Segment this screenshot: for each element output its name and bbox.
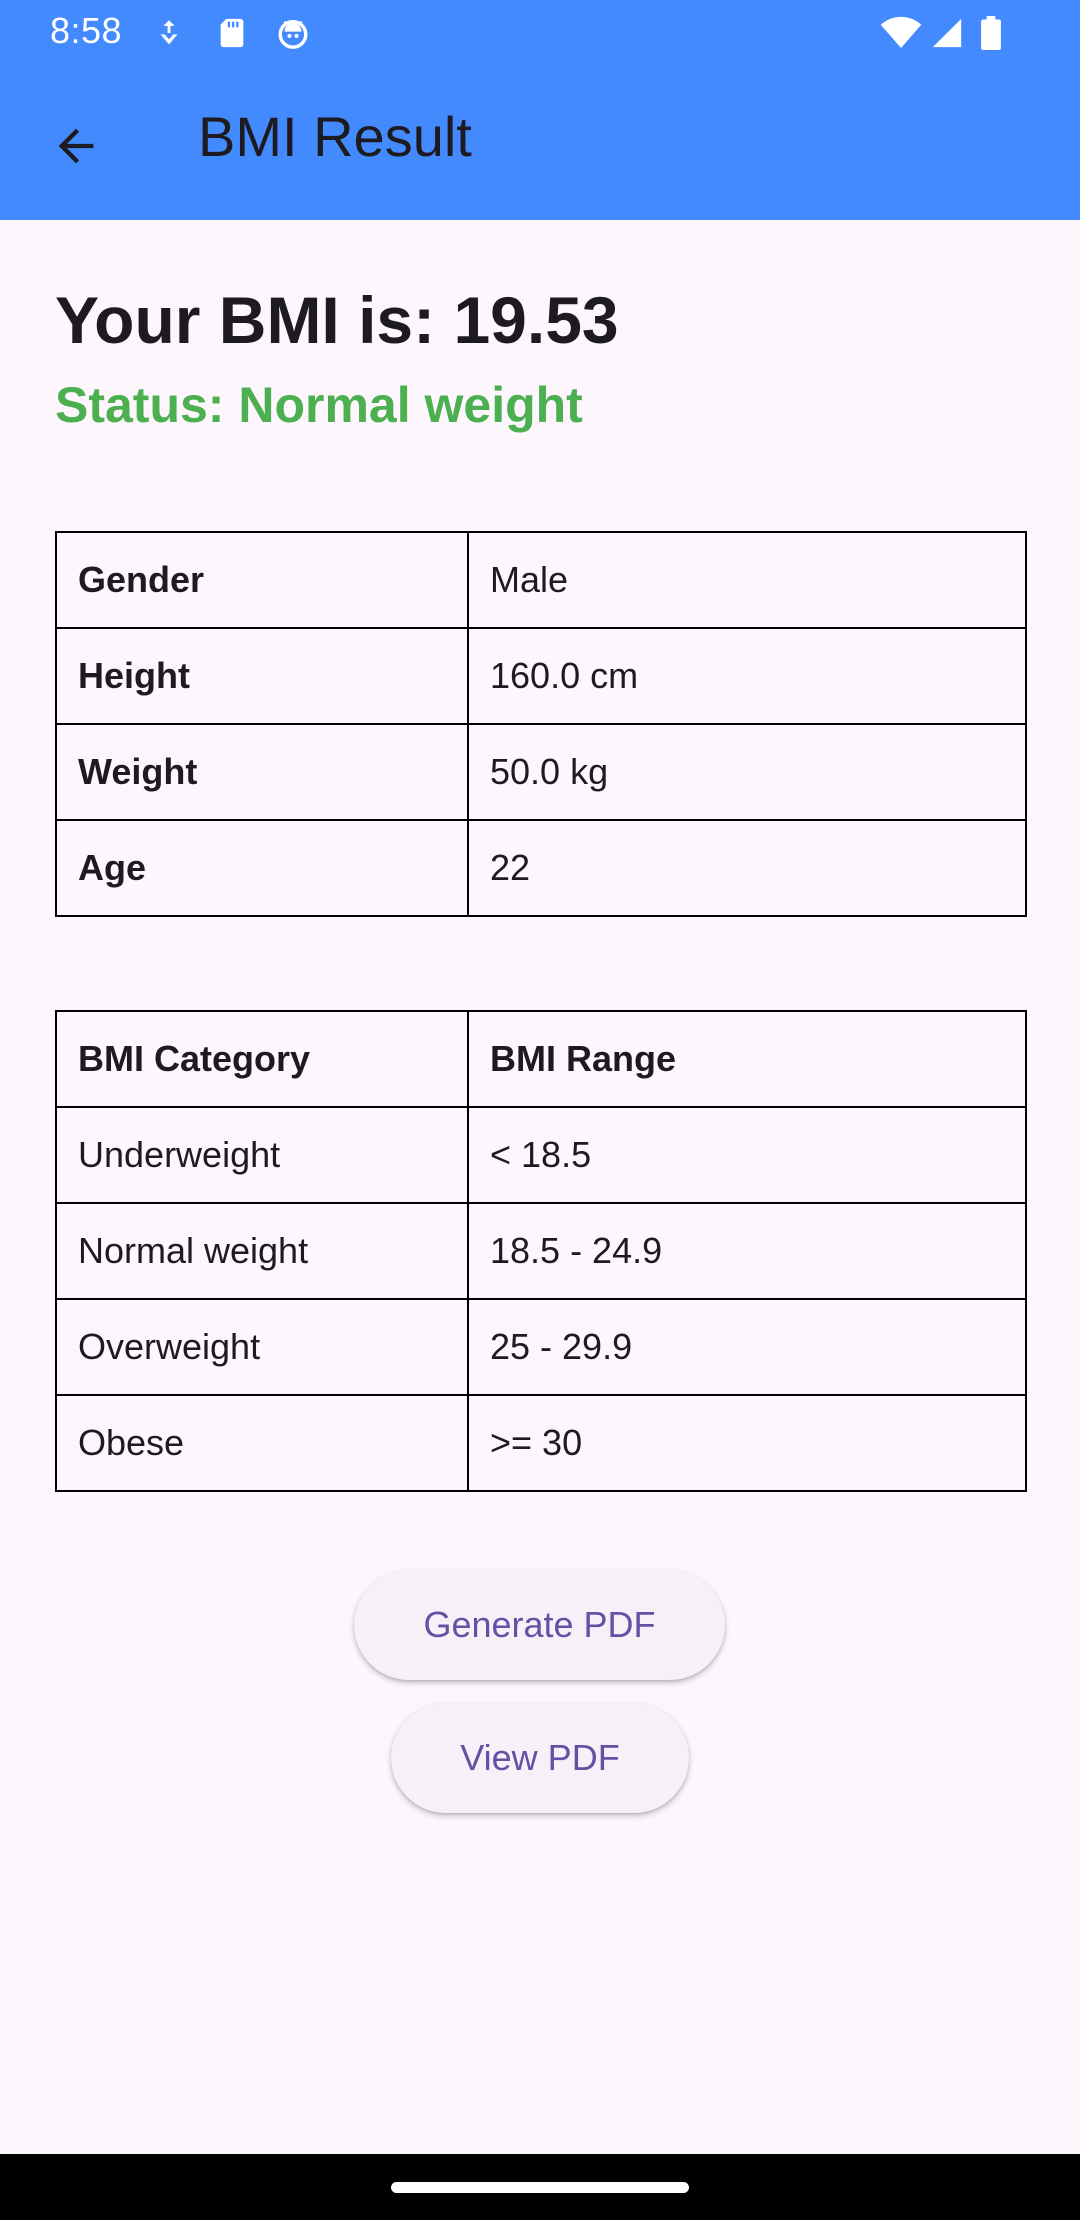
- table-header-row: BMI Category BMI Range: [55, 1010, 1027, 1108]
- info-label-gender: Gender: [55, 531, 469, 629]
- category-obese: Obese: [55, 1394, 469, 1492]
- info-value-gender: Male: [467, 531, 1027, 629]
- generate-pdf-button[interactable]: Generate PDF: [354, 1570, 725, 1680]
- user-info-table: Gender Male Height 160.0 cm Weight 50.0 …: [55, 531, 1027, 917]
- range-obese: >= 30: [467, 1394, 1027, 1492]
- range-underweight: < 18.5: [467, 1106, 1027, 1204]
- category-overweight: Overweight: [55, 1298, 469, 1396]
- table-row: Normal weight 18.5 - 24.9: [55, 1202, 1027, 1300]
- view-pdf-button[interactable]: View PDF: [391, 1703, 689, 1813]
- info-value-age: 22: [467, 819, 1027, 917]
- battery-icon: [978, 16, 1004, 50]
- navigation-bar: [0, 2154, 1080, 2220]
- header-bmi-range: BMI Range: [467, 1010, 1027, 1108]
- arrow-back-icon: [50, 120, 102, 177]
- table-row: Weight 50.0 kg: [55, 723, 1027, 821]
- table-row: Underweight < 18.5: [55, 1106, 1027, 1204]
- back-button[interactable]: [36, 108, 116, 188]
- table-row: Height 160.0 cm: [55, 627, 1027, 725]
- home-indicator[interactable]: [391, 2182, 689, 2193]
- info-label-height: Height: [55, 627, 469, 725]
- info-label-age: Age: [55, 819, 469, 917]
- android-face-icon: [276, 16, 310, 50]
- download-icon: [152, 16, 186, 50]
- status-time: 8:58: [50, 10, 123, 51]
- category-normal: Normal weight: [55, 1202, 469, 1300]
- info-label-weight: Weight: [55, 723, 469, 821]
- wifi-icon: [880, 16, 922, 50]
- category-underweight: Underweight: [55, 1106, 469, 1204]
- table-row: Obese >= 30: [55, 1394, 1027, 1492]
- range-normal: 18.5 - 24.9: [467, 1202, 1027, 1300]
- signal-icon: [930, 16, 964, 50]
- info-value-weight: 50.0 kg: [467, 723, 1027, 821]
- table-row: Gender Male: [55, 531, 1027, 629]
- status-bar: 8:58: [0, 0, 1080, 64]
- screen: 8:58 BMI Result Your BMI is: 19.53 Statu…: [0, 0, 1080, 2220]
- sd-card-icon: [215, 16, 249, 50]
- bmi-status-text: Status: Normal weight: [55, 377, 583, 433]
- range-overweight: 25 - 29.9: [467, 1298, 1027, 1396]
- bmi-category-table: BMI Category BMI Range Underweight < 18.…: [55, 1010, 1027, 1492]
- bmi-value-heading: Your BMI is: 19.53: [55, 283, 619, 357]
- info-value-height: 160.0 cm: [467, 627, 1027, 725]
- header-bmi-category: BMI Category: [55, 1010, 469, 1108]
- app-bar: BMI Result: [0, 64, 1080, 220]
- table-row: Overweight 25 - 29.9: [55, 1298, 1027, 1396]
- page-title: BMI Result: [198, 105, 472, 168]
- table-row: Age 22: [55, 819, 1027, 917]
